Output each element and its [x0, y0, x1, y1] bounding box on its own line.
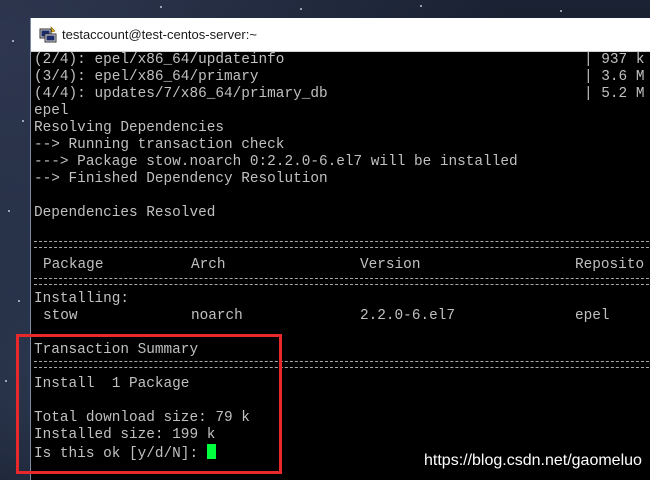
table-cell-package: stow: [43, 308, 78, 324]
table-section-label: Installing:: [34, 291, 129, 307]
star: [12, 40, 14, 42]
terminal-line-size: | 3.6 M: [584, 69, 645, 85]
desktop-background: testaccount@test-centos-server:~ (2/4): …: [0, 0, 650, 480]
table-cell-arch: noarch: [191, 308, 243, 324]
terminal-line: --> Finished Dependency Resolution: [34, 171, 328, 187]
star: [22, 120, 24, 122]
putty-terminal-icon: [39, 25, 57, 42]
table-header-arch: Arch: [191, 257, 226, 273]
star: [5, 380, 7, 382]
terminal-line: Resolving Dependencies: [34, 120, 224, 136]
star: [160, 6, 162, 8]
star: [300, 8, 302, 10]
separator-rule: [34, 241, 650, 248]
terminal-line: Dependencies Resolved: [34, 205, 216, 221]
star: [8, 210, 10, 212]
red-highlight-box: [16, 334, 282, 474]
terminal-line: ---> Package stow.noarch 0:2.2.0-6.el7 w…: [34, 154, 518, 170]
terminal-line-size: | 937 k: [584, 52, 645, 68]
star: [420, 5, 422, 7]
window-title: testaccount@test-centos-server:~: [62, 27, 257, 42]
table-header-repository: Reposito: [575, 257, 645, 273]
table-header-package: Package: [43, 257, 104, 273]
separator-rule: [34, 278, 650, 285]
terminal-line: (3/4): epel/x86_64/primary: [34, 69, 259, 85]
terminal-line-size: | 5.2 M: [584, 86, 645, 102]
terminal-line: (2/4): epel/x86_64/updateinfo: [34, 52, 285, 68]
window-titlebar[interactable]: testaccount@test-centos-server:~: [31, 18, 650, 52]
table-cell-repository: epel: [575, 308, 610, 324]
watermark-url: https://blog.csdn.net/gaomeluo: [424, 452, 642, 469]
table-header-version: Version: [360, 257, 421, 273]
table-cell-version: 2.2.0-6.el7: [360, 308, 455, 324]
terminal-line: epel: [34, 103, 69, 119]
star: [18, 300, 20, 302]
terminal-line: --> Running transaction check: [34, 137, 285, 153]
star: [560, 10, 562, 12]
terminal-line: (4/4): updates/7/x86_64/primary_db: [34, 86, 328, 102]
